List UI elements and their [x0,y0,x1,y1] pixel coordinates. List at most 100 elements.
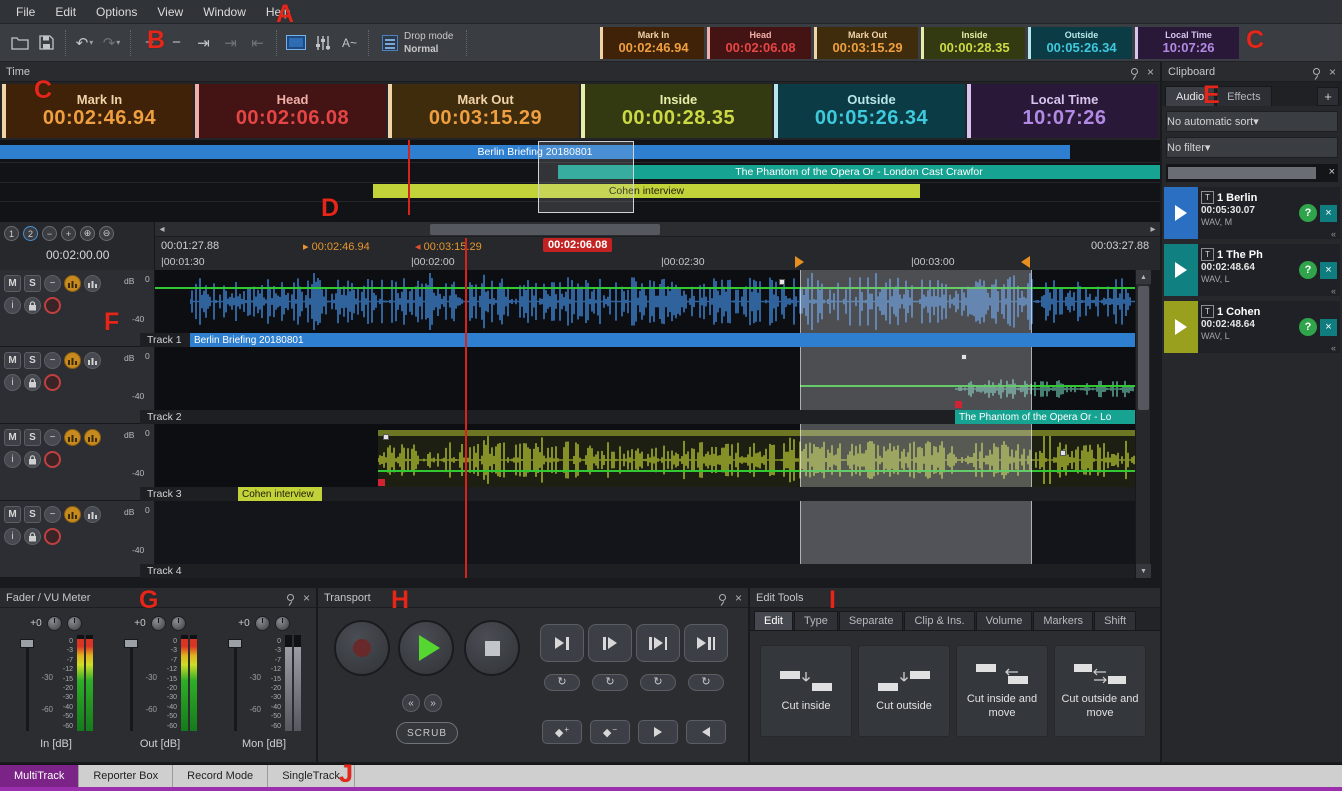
pin-icon[interactable] [287,594,294,601]
meter-button[interactable] [84,429,101,446]
zoom-preset-2-button[interactable]: 2 [23,226,38,241]
move-left-button[interactable]: ⇤ [244,29,271,57]
pan-knob[interactable]: − [44,429,61,446]
pin-icon[interactable] [719,594,726,601]
automation-node[interactable] [779,279,785,285]
clip-start-marker[interactable] [378,479,385,486]
automation-node[interactable] [383,434,389,440]
remove-point-button[interactable]: − [163,29,190,57]
play-from-start-button[interactable] [588,624,632,662]
meter-mode-button[interactable] [64,275,81,292]
time-selection[interactable] [800,347,1032,410]
horizontal-scrollbar[interactable]: ◂ ▸ [155,222,1160,237]
mixer-button[interactable] [309,29,336,57]
pin-icon[interactable] [1313,68,1320,75]
vertical-scrollbar[interactable]: ▲ ▼ [1135,270,1150,578]
gain-knob[interactable] [171,616,186,631]
play-pause-button[interactable] [684,624,728,662]
overview-visible-area[interactable] [538,141,634,213]
overview-playhead[interactable] [408,140,410,215]
clip-title-bar[interactable]: Cohen interview [238,487,322,501]
loop-button[interactable]: ↻ [592,674,628,691]
time-selection[interactable] [800,501,1032,564]
tab-edit[interactable]: Edit [754,611,793,630]
prev-marker-button[interactable] [686,720,726,744]
pin-icon[interactable] [1131,68,1138,75]
zoom-in-button[interactable]: + [61,226,76,241]
tab-markers[interactable]: Markers [1033,611,1093,630]
zoom-range-in-button[interactable]: ⊕ [80,226,95,241]
overview-clip-phantom[interactable]: The Phantom of the Opera Or - London Cas… [558,165,1160,179]
automation-button[interactable]: A~ [336,29,363,57]
scrub-button[interactable]: SCRUB [396,722,458,744]
arranger-overview[interactable]: Berlin Briefing 20180801 The Phantom of … [0,140,1160,222]
lock-button[interactable] [24,297,41,314]
move-right-button[interactable]: ⇥ [217,29,244,57]
zoom-out-button[interactable]: − [42,226,57,241]
mute-button[interactable]: M [4,352,21,369]
remove-clip-button[interactable]: × [1320,262,1337,279]
menu-options[interactable]: Options [86,2,147,22]
clipboard-item[interactable]: T1Berlin 00:05:30.07 WAV, M ? × « [1164,187,1340,239]
remove-clip-button[interactable]: × [1320,319,1337,336]
tab-separate[interactable]: Separate [839,611,904,630]
solo-button[interactable]: S [24,352,41,369]
overview-clip-cohen[interactable]: Cohen interview [373,184,920,198]
clip-title-bar[interactable]: The Phantom of the Opera Or - Lo [955,410,1135,424]
menu-view[interactable]: View [147,2,193,22]
tab-effects[interactable]: Effects [1216,86,1271,106]
meter-mode-button[interactable] [64,506,81,523]
sort-select[interactable]: No automatic sort▾ [1166,111,1338,132]
record-arm-button[interactable] [44,451,61,468]
next-marker-button[interactable] [638,720,678,744]
info-button[interactable]: i [4,297,21,314]
collapse-icon[interactable]: « [1331,343,1336,353]
drop-mode-control[interactable]: Drop modeNormal [374,28,461,58]
play-clip-button[interactable] [1164,187,1198,239]
close-icon[interactable]: × [303,592,310,604]
pan-knob[interactable]: − [44,275,61,292]
zoom-preset-1-button[interactable]: 1 [4,226,19,241]
meter-mode-button[interactable] [64,429,81,446]
cut-inside-move-button[interactable]: Cut inside and move [956,645,1048,737]
gain-knob[interactable] [255,616,270,631]
workspace-tab-reporter-box[interactable]: Reporter Box [79,765,173,787]
stop-button[interactable] [464,620,520,676]
info-button[interactable]: i [4,528,21,545]
fader-thumb[interactable] [124,639,138,648]
help-icon[interactable]: ? [1299,318,1317,336]
mute-button[interactable]: M [4,429,21,446]
timeline-ruler[interactable]: ◂ ▸ 00:01:27.88 ▸ 00:02:46.94 ◂ 00:03:15… [155,222,1160,270]
mute-button[interactable]: M [4,275,21,292]
zoom-range-out-button[interactable]: ⊖ [99,226,114,241]
fader-slider[interactable] [123,635,139,733]
remove-clip-button[interactable]: × [1320,205,1337,222]
forward-button[interactable]: » [424,694,442,712]
play-range-button[interactable] [636,624,680,662]
monitor-button[interactable] [282,29,309,57]
remove-marker-button[interactable]: ◆− [590,720,630,744]
clip-start-marker[interactable] [955,401,962,408]
workspace-tab-multitrack[interactable]: MultiTrack [0,765,79,787]
record-arm-button[interactable] [44,297,61,314]
filter-select[interactable]: No filter▾ [1166,137,1338,158]
scroll-up-icon[interactable]: ▲ [1136,270,1151,284]
undo-button[interactable]: ↶▾ [71,29,98,57]
lock-button[interactable] [24,374,41,391]
fader-thumb[interactable] [20,639,34,648]
scroll-down-icon[interactable]: ▼ [1136,564,1151,578]
gain-knob[interactable] [275,616,290,631]
menu-file[interactable]: File [6,2,45,22]
close-icon[interactable]: × [735,592,742,604]
play-clip-button[interactable] [1164,301,1198,353]
scrollbar-thumb[interactable] [1138,286,1149,410]
scroll-left-icon[interactable]: ◂ [155,222,169,237]
time-selection[interactable] [800,270,1032,333]
ruler-mark-out[interactable]: 00:03:15.29 [424,241,482,253]
cut-outside-move-button[interactable]: Cut outside and move [1054,645,1146,737]
lock-button[interactable] [24,451,41,468]
solo-button[interactable]: S [24,275,41,292]
meter-mode-button[interactable] [64,352,81,369]
record-button[interactable] [334,620,390,676]
save-button[interactable] [33,29,60,57]
